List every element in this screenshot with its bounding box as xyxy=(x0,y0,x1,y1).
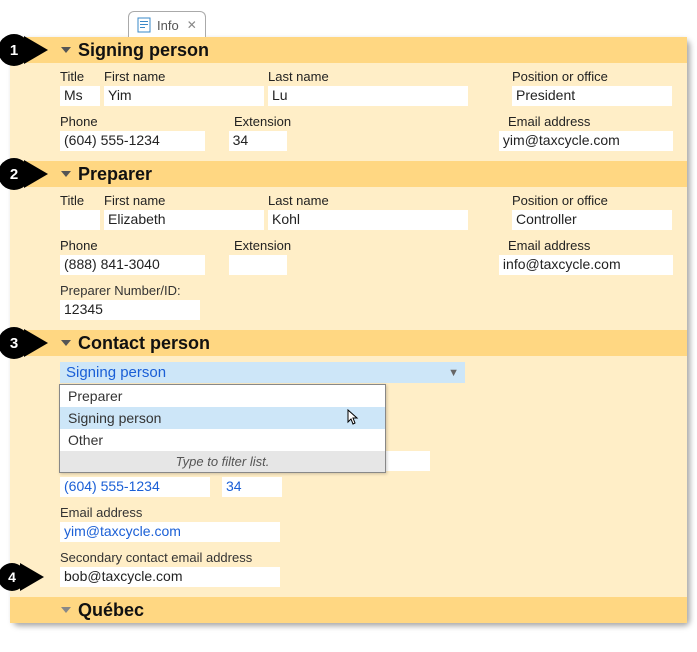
form-panel: Info ✕ 1 Signing person Title First name… xyxy=(10,37,687,623)
field-email[interactable]: yim@taxcycle.com xyxy=(499,131,673,151)
label-secondary-email: Secondary contact email address xyxy=(60,550,252,565)
dropdown-selected: Signing person xyxy=(66,364,166,381)
label-last: Last name xyxy=(268,193,468,208)
contact-type-dropdown[interactable]: Signing person ▼ Preparer Signing person… xyxy=(60,362,465,383)
label-position: Position or office xyxy=(512,193,672,208)
section-body-preparer: Title First name Last name Position or o… xyxy=(10,187,687,330)
section-title: Preparer xyxy=(78,164,152,185)
caret-down-icon: ▼ xyxy=(448,367,459,379)
field-first[interactable]: Elizabeth xyxy=(104,210,264,230)
chevron-down-icon xyxy=(60,168,72,180)
chevron-down-icon xyxy=(60,44,72,56)
label-ext: Extension xyxy=(234,238,464,253)
badge-3: 3 xyxy=(0,327,48,359)
section-header-preparer[interactable]: 2 Preparer xyxy=(10,161,687,187)
field-last[interactable]: Kohl xyxy=(268,210,468,230)
field-last[interactable]: Lu xyxy=(268,86,468,106)
section-header-contact[interactable]: 3 Contact person xyxy=(10,330,687,356)
label-contact-email: Email address xyxy=(60,505,142,520)
tab-label: Info xyxy=(157,18,179,33)
label-title: Title xyxy=(60,193,100,208)
label-preparer-id: Preparer Number/ID: xyxy=(60,283,181,298)
field-secondary-email[interactable]: bob@taxcycle.com xyxy=(60,567,280,587)
label-ext: Extension xyxy=(234,114,464,129)
field-preparer-id[interactable]: 12345 xyxy=(60,300,200,320)
label-email: Email address xyxy=(508,114,590,129)
label-first: First name xyxy=(104,69,264,84)
badge-1: 1 xyxy=(0,34,48,66)
label-phone: Phone xyxy=(60,238,230,253)
section-body-contact: Signing person ▼ Preparer Signing person… xyxy=(10,356,687,597)
chevron-down-icon xyxy=(60,604,72,616)
document-icon xyxy=(137,17,151,33)
field-contact-email[interactable]: yim@taxcycle.com xyxy=(60,522,280,542)
label-email: Email address xyxy=(508,238,590,253)
dropdown-option-signing[interactable]: Signing person xyxy=(60,407,385,429)
field-position[interactable]: Controller xyxy=(512,210,672,230)
field-ext[interactable]: 34 xyxy=(229,131,287,151)
chevron-down-icon xyxy=(60,337,72,349)
field-first[interactable]: Yim xyxy=(104,86,264,106)
tab-info[interactable]: Info ✕ xyxy=(128,11,206,38)
label-last: Last name xyxy=(268,69,468,84)
section-header-quebec[interactable]: Québec xyxy=(10,597,687,623)
field-ext[interactable] xyxy=(229,255,287,275)
section-header-signing[interactable]: 1 Signing person xyxy=(10,37,687,63)
label-title: Title xyxy=(60,69,100,84)
dropdown-hint: Type to filter list. xyxy=(60,451,385,472)
dropdown-option-other[interactable]: Other xyxy=(60,429,385,451)
dropdown-list: Preparer Signing person Other Type to fi… xyxy=(59,384,386,473)
field-title[interactable]: Ms xyxy=(60,86,100,106)
label-first: First name xyxy=(104,193,264,208)
field-email[interactable]: info@taxcycle.com xyxy=(499,255,673,275)
section-title: Québec xyxy=(78,600,144,621)
field-phone[interactable]: (888) 841-3040 xyxy=(60,255,205,275)
dropdown-option-preparer[interactable]: Preparer xyxy=(60,385,385,407)
section-body-signing: Title First name Last name Position or o… xyxy=(10,63,687,161)
field-contact-phone[interactable]: (604) 555-1234 xyxy=(60,477,210,497)
section-title: Contact person xyxy=(78,333,210,354)
field-title[interactable] xyxy=(60,210,100,230)
field-phone[interactable]: (604) 555-1234 xyxy=(60,131,205,151)
badge-4: 4 xyxy=(0,563,44,591)
label-phone: Phone xyxy=(60,114,230,129)
tab-close-icon[interactable]: ✕ xyxy=(187,18,197,32)
field-position[interactable]: President xyxy=(512,86,672,106)
field-contact-ext[interactable]: 34 xyxy=(222,477,282,497)
label-position: Position or office xyxy=(512,69,672,84)
badge-2: 2 xyxy=(0,158,48,190)
section-title: Signing person xyxy=(78,40,209,61)
